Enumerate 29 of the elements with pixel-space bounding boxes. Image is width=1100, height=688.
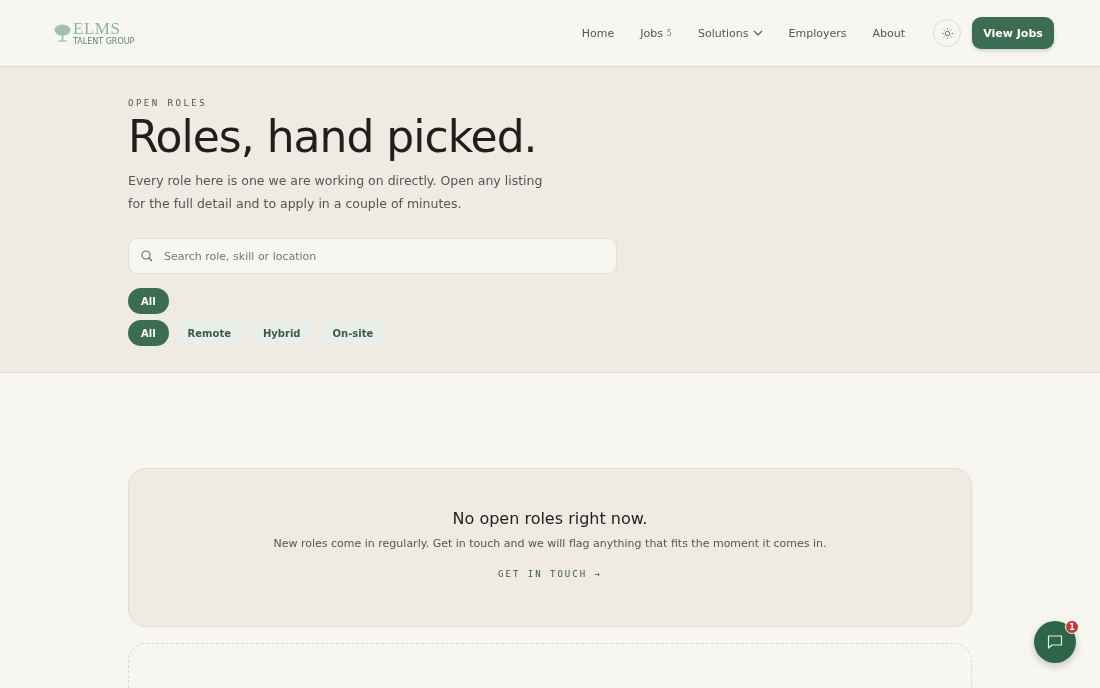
nav-link[interactable]: Solutions — [697, 26, 763, 40]
logo-name: ELMS — [73, 20, 121, 37]
filter-chip[interactable]: Remote — [174, 320, 244, 347]
filter-chip[interactable]: Hybrid — [249, 320, 314, 347]
chat-button[interactable] — [1034, 621, 1076, 663]
logo[interactable]: ELMS TALENT GROUP — [54, 20, 135, 46]
theme-toggle-button[interactable] — [933, 19, 961, 47]
filter-chip[interactable]: All — [128, 320, 169, 347]
get-in-touch-link[interactable]: GET IN TOUCH → — [498, 569, 602, 579]
tree-icon — [54, 24, 71, 42]
nav-link[interactable]: Home — [581, 26, 615, 40]
intro-paragraph: Every role here is one we are working on directly. Open any listing for the full detail and to apply in a couple of minutes. — [128, 172, 544, 214]
nav-link[interactable]: About — [872, 26, 905, 40]
logo-tagline: TALENT GROUP — [73, 38, 135, 46]
job-count: 5 — [666, 28, 672, 38]
chat-bubble-icon — [1047, 634, 1063, 650]
empty-state-title: No open roles right now. — [452, 509, 648, 528]
nav-link[interactable]: Employers — [788, 26, 847, 40]
notification-badge: 1 — [1065, 620, 1079, 634]
filter-chip[interactable]: On-site — [319, 320, 387, 347]
page-heading: Roles, hand picked. — [128, 114, 538, 161]
view-jobs-button[interactable]: View Jobs — [972, 17, 1054, 49]
search-field[interactable]: Search role, skill or location — [128, 238, 617, 275]
filter-chip[interactable]: All — [128, 288, 169, 315]
sun-icon — [941, 27, 953, 39]
eyebrow-label: OPEN ROLES — [128, 98, 209, 108]
nav-link[interactable]: Jobs 5 — [640, 26, 672, 40]
empty-state-message: New roles come in regularly. Get in touch and we will flag anything that fits the moment it comes in. — [273, 537, 827, 550]
search-icon — [141, 250, 153, 263]
